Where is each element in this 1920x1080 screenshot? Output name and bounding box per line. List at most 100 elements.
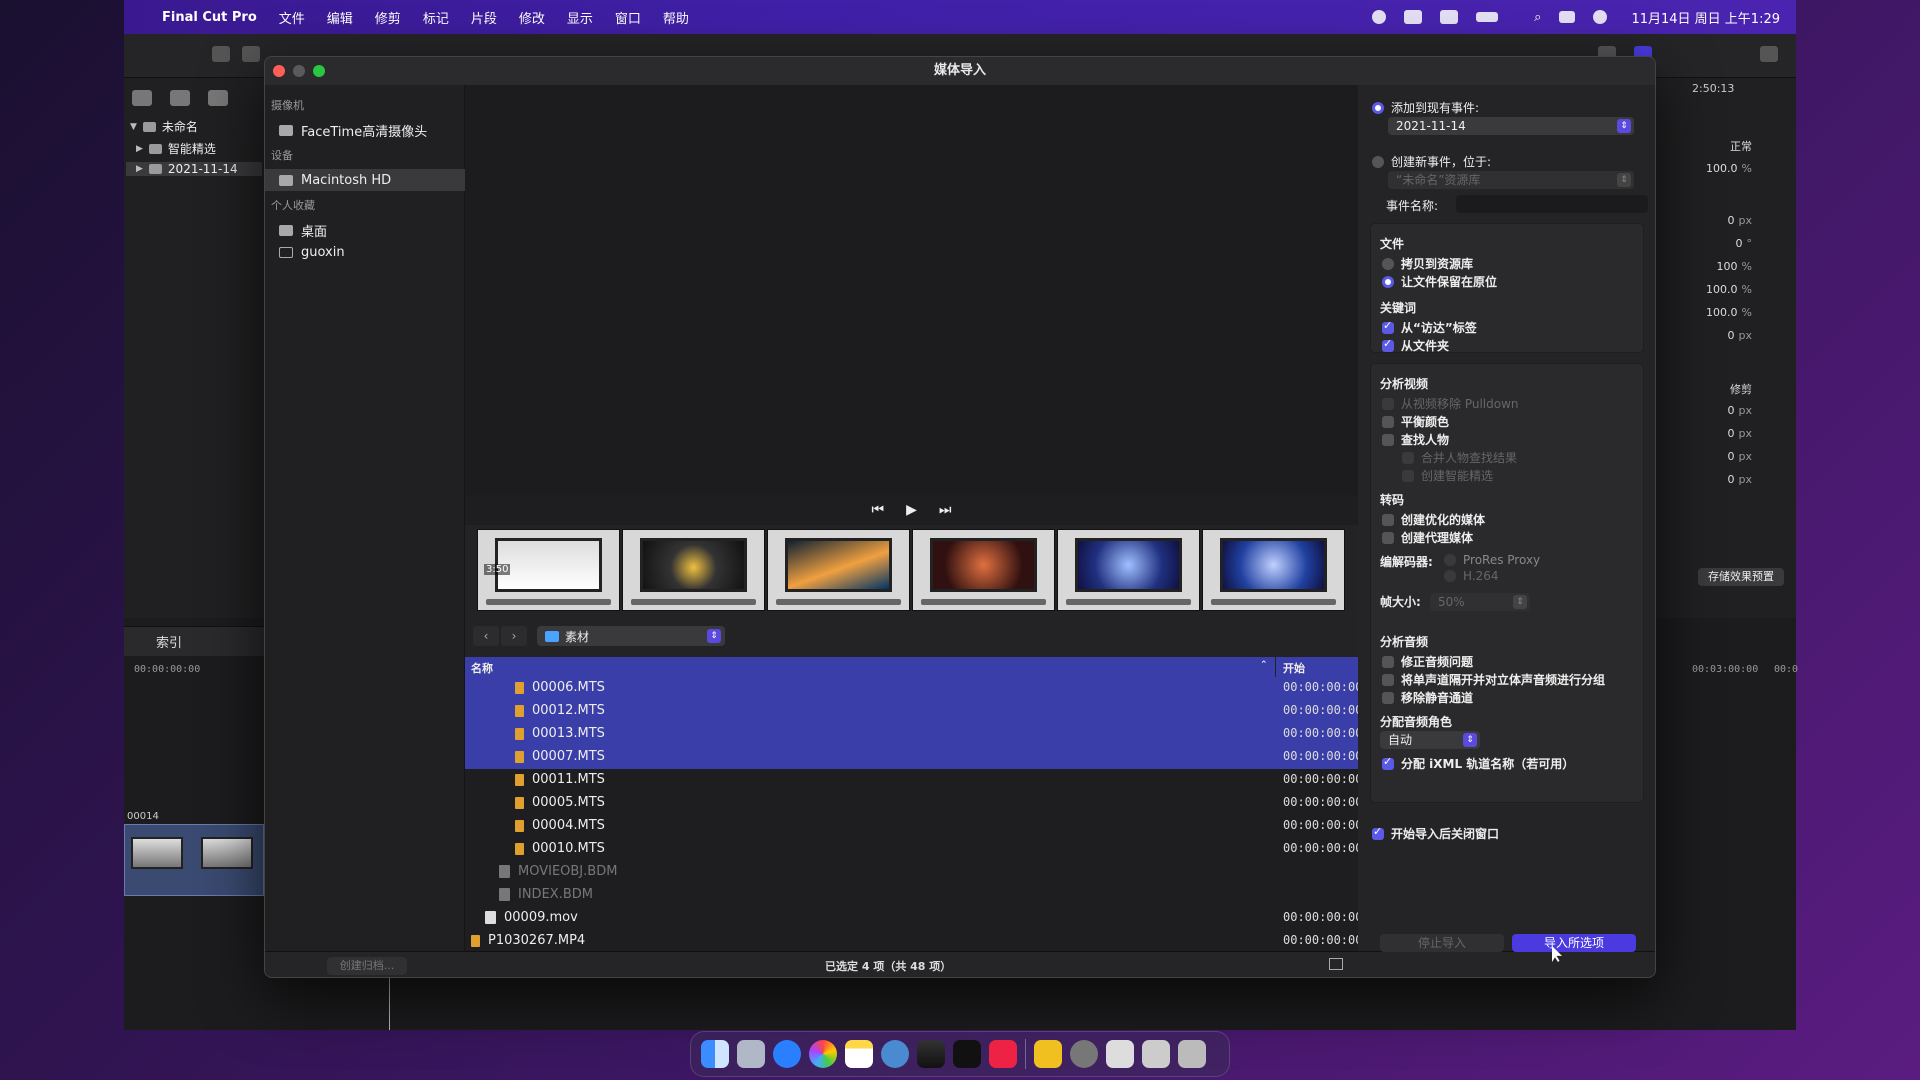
- event-name-field[interactable]: [1456, 195, 1648, 213]
- crop-mode[interactable]: 修剪: [1654, 381, 1784, 397]
- sidebar-item-desktop[interactable]: 桌面: [265, 219, 465, 241]
- photos-icon[interactable]: [809, 1040, 837, 1068]
- final-cut-pro-icon[interactable]: [917, 1040, 945, 1068]
- file-row[interactable]: 00004.MTS 00:00:00:00: [465, 815, 1358, 838]
- frame-size-popup[interactable]: 50% ⇕: [1430, 593, 1530, 611]
- file-row[interactable]: INDEX.BDM: [465, 884, 1358, 907]
- audio-role-popup[interactable]: 自动 ⇕: [1380, 731, 1480, 749]
- menu-modify[interactable]: 修改: [519, 8, 545, 27]
- record-icon[interactable]: [1372, 10, 1387, 24]
- inspector-value[interactable]: 100.0%: [1654, 283, 1784, 296]
- zoom-icon[interactable]: [313, 65, 325, 77]
- finder-icon[interactable]: [701, 1040, 729, 1068]
- file-row[interactable]: 00011.MTS 00:00:00:00: [465, 769, 1358, 792]
- remove-silent-checkbox[interactable]: 移除静音通道: [1382, 689, 1473, 706]
- file-row[interactable]: P1030267.MP4 00:00:00:00: [465, 930, 1358, 951]
- import-selected-button[interactable]: 导入所选项: [1512, 934, 1636, 952]
- windows-icon[interactable]: [1142, 1040, 1170, 1068]
- library-event[interactable]: ▶ 2021-11-14: [126, 162, 262, 176]
- close-after-import-checkbox[interactable]: 开始导入后关闭窗口: [1372, 825, 1499, 842]
- battery-icon[interactable]: [1476, 12, 1499, 22]
- add-to-existing-event-radio[interactable]: 添加到现有事件:: [1372, 99, 1479, 116]
- inspector-value[interactable]: 100.0%: [1654, 162, 1784, 175]
- index-button[interactable]: 索引: [156, 632, 182, 651]
- sidebar-item-facetime-camera[interactable]: FaceTime高清摄像头: [265, 119, 465, 141]
- control-center-icon[interactable]: [1559, 11, 1576, 23]
- codec-prores-radio[interactable]: ProRes Proxy: [1444, 553, 1540, 567]
- close-icon[interactable]: [273, 65, 285, 77]
- filmstrip-view-icon[interactable]: [1329, 958, 1343, 970]
- menu-edit[interactable]: 编辑: [327, 8, 353, 27]
- disclosure-open-icon[interactable]: ▼: [130, 122, 137, 132]
- find-people-checkbox[interactable]: 查找人物: [1382, 431, 1449, 448]
- menu-app-name[interactable]: Final Cut Pro: [162, 10, 257, 25]
- menu-mark[interactable]: 标记: [423, 8, 449, 27]
- menu-view[interactable]: 显示: [567, 8, 593, 27]
- remove-pulldown-checkbox[interactable]: 从视频移除 Pulldown: [1382, 395, 1519, 412]
- inspector-value[interactable]: 100%: [1654, 260, 1784, 273]
- new-event-library-popup[interactable]: “未命名”资源库 ⇕: [1388, 171, 1634, 189]
- menu-clock[interactable]: 11月14日 周日 上午1:29: [1631, 8, 1780, 27]
- consolidate-people-checkbox[interactable]: 合并人物查找结果: [1402, 449, 1517, 466]
- playhead[interactable]: [389, 975, 390, 1030]
- timeline-clip[interactable]: 00014: [124, 811, 264, 896]
- inspector-value[interactable]: 0 px: [1654, 214, 1784, 227]
- file-row[interactable]: 00012.MTS 00:00:00:00: [465, 700, 1358, 723]
- wps-icon[interactable]: [989, 1040, 1017, 1068]
- library-root[interactable]: ▼ 未命名: [130, 118, 198, 135]
- leave-in-place-radio[interactable]: 让文件保留在原位: [1382, 273, 1497, 290]
- notes-icon[interactable]: [845, 1040, 873, 1068]
- create-smart-collections-checkbox[interactable]: 创建智能精选: [1402, 467, 1493, 484]
- keyword-icon[interactable]: [242, 46, 260, 62]
- menu-window[interactable]: 窗口: [615, 8, 641, 27]
- share-icon[interactable]: [1760, 46, 1778, 62]
- menu-clip[interactable]: 片段: [471, 8, 497, 27]
- photos-icon[interactable]: [170, 90, 190, 106]
- next-icon[interactable]: ⏭: [939, 502, 952, 518]
- file-row[interactable]: 00013.MTS 00:00:00:00: [465, 723, 1358, 746]
- balance-color-checkbox[interactable]: 平衡颜色: [1382, 413, 1449, 430]
- wps-icon[interactable]: [1404, 10, 1423, 24]
- settings-icon[interactable]: [1070, 1040, 1098, 1068]
- column-start-header[interactable]: 开始: [1283, 660, 1305, 676]
- document-icon[interactable]: [1034, 1040, 1062, 1068]
- menu-trim[interactable]: 修剪: [375, 8, 401, 27]
- forward-icon[interactable]: ›: [501, 626, 527, 646]
- inspector-value[interactable]: 0 °: [1654, 237, 1784, 250]
- folders-checkbox[interactable]: 从文件夹: [1382, 337, 1449, 354]
- save-effects-preset-button[interactable]: 存储效果预置: [1698, 568, 1784, 586]
- inspector-value[interactable]: 0 px: [1654, 473, 1784, 486]
- file-row[interactable]: 00009.mov 00:00:00:00: [465, 907, 1358, 930]
- file-row[interactable]: 00006.MTS 00:00:00:00: [465, 677, 1358, 700]
- stop-import-button[interactable]: 停止导入: [1380, 934, 1504, 952]
- sidebar-item-home[interactable]: guoxin: [265, 241, 465, 263]
- menu-file[interactable]: 文件: [279, 8, 305, 27]
- sidebar-item-macintosh-hd[interactable]: Macintosh HD: [265, 169, 465, 191]
- fix-audio-checkbox[interactable]: 修正音频问题: [1382, 653, 1473, 670]
- assign-ixml-checkbox[interactable]: 分配 iXML 轨道名称（若可用）: [1382, 755, 1574, 772]
- launchpad-icon[interactable]: [737, 1040, 765, 1068]
- separate-mono-checkbox[interactable]: 将单声道隔开并对立体声音频进行分组: [1382, 671, 1605, 688]
- libraries-icon[interactable]: [132, 90, 152, 106]
- siri-icon[interactable]: [1593, 10, 1608, 24]
- downloads-icon[interactable]: [1106, 1040, 1134, 1068]
- location-popup[interactable]: 素材 ⇕: [537, 626, 725, 646]
- sort-ascending-icon[interactable]: ⌃: [1260, 660, 1268, 670]
- search-icon[interactable]: ⌕: [1534, 10, 1541, 25]
- input-method-icon[interactable]: [1440, 10, 1459, 24]
- filmstrip[interactable]: 3:50: [477, 529, 1345, 611]
- play-icon[interactable]: ▶: [906, 502, 917, 518]
- disclosure-closed-icon[interactable]: ▶: [136, 164, 143, 174]
- inspector-value[interactable]: 0 px: [1654, 329, 1784, 342]
- titles-icon[interactable]: [208, 90, 228, 106]
- file-row[interactable]: MOVIEOBJ.BDM: [465, 861, 1358, 884]
- back-icon[interactable]: ‹: [473, 626, 499, 646]
- inspector-value[interactable]: 100.0%: [1654, 306, 1784, 319]
- copy-to-library-radio[interactable]: 拷贝到资源库: [1382, 255, 1473, 272]
- trash-icon[interactable]: [1178, 1040, 1206, 1068]
- file-row[interactable]: 00010.MTS 00:00:00:00: [465, 838, 1358, 861]
- preview-viewer[interactable]: [465, 85, 1358, 495]
- inspector-value[interactable]: 0 px: [1654, 404, 1784, 417]
- file-row[interactable]: 00007.MTS 00:00:00:00: [465, 746, 1358, 769]
- inspector-value[interactable]: 0 px: [1654, 427, 1784, 440]
